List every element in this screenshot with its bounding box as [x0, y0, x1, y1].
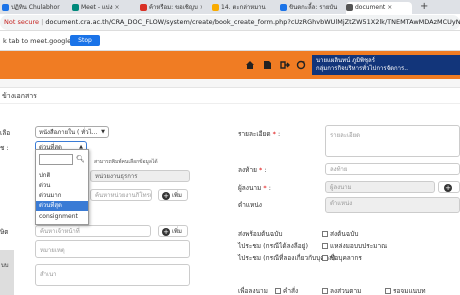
priority-hint: สามารถพิมพ์คนเลือกข้อมูลได้ [94, 159, 158, 165]
plus-icon: + [162, 227, 170, 236]
copy-textarea[interactable]: สำเนา [35, 264, 190, 286]
position-field: ตำแหน่ง [325, 197, 460, 213]
add-recipient-button[interactable]: + เพิ่ม [158, 225, 188, 237]
priority-dropdown: 🔍︎ ปกติ ด่วน ด่วนมาก ด่วนที่สุด consignm… [35, 149, 89, 225]
detail-textarea[interactable]: รายละเอียด [325, 125, 460, 157]
close-icon[interactable]: × [387, 4, 392, 11]
purpose-option-1[interactable]: คำสั่ง [275, 286, 298, 295]
app-header: นายแผลินทน์ ภูมิพิชุลร์ กลุ่มการกิจบริหา… [0, 51, 460, 79]
user-info[interactable]: นายแผลินทน์ ภูมิพิชุลร์ กลุ่มการกิจบริหา… [312, 55, 460, 75]
dropdown-option[interactable]: ด่วน [36, 181, 88, 191]
gmail-icon [140, 4, 147, 11]
not-secure-label: Not secure [4, 18, 40, 26]
sign-off-input[interactable]: ลงท้าย [325, 163, 460, 175]
checkbox[interactable] [322, 255, 328, 261]
browser-tab-4[interactable]: 14. ตะกล่าหมาน× [212, 2, 268, 14]
priority-label: ช : [0, 144, 9, 152]
calendar-icon [2, 4, 9, 11]
browser-tab-6[interactable]: document × [346, 2, 412, 14]
checkbox[interactable] [275, 288, 281, 294]
checkbox[interactable] [322, 288, 328, 294]
browser-tab-1[interactable]: ปฏิทิน Chulabhor× [2, 2, 60, 14]
search-icon: 🔍︎ [76, 155, 85, 163]
send-original-checkbox[interactable]: ส่งต้นฉบับ [322, 229, 359, 239]
browser-tab-bar: ปฏิทิน Chulabhor× Meet - แบ่ง× ค้าหรือม:… [0, 0, 460, 14]
detail-label: รายละเอียด * : [238, 130, 281, 138]
budget-checkbox[interactable]: แหล่งมอบบประมาณ [322, 241, 387, 251]
signer-field: ผู้ลงนาม [325, 181, 435, 193]
dropdown-option[interactable]: ด่วนมาก [36, 191, 88, 201]
page-icon [346, 4, 353, 11]
user-department: กลุ่มการกิจบริหารทั่วไปการจัดการ.. [316, 65, 409, 72]
docs-icon [280, 4, 287, 11]
plus-icon: + [162, 191, 170, 200]
url-text: document.cra.ac.th/CRA_DOC_FLOW/system/c… [45, 18, 460, 26]
close-icon[interactable]: × [115, 4, 120, 11]
position-label: ตำแหน่ง [238, 201, 262, 209]
from-field: หน่วยงานธุรการ [90, 170, 190, 182]
screen-share-bar: k tab to meet.google.com Stop [0, 31, 460, 51]
address-bar: Not secure | document.cra.ac.th/CRA_DOC_… [0, 14, 460, 31]
document-icon[interactable] [262, 60, 272, 70]
new-tab-button[interactable]: + [420, 1, 428, 12]
dropdown-search-input[interactable] [39, 154, 73, 165]
purpose-label: เพื่อลงนาม [238, 287, 268, 295]
browser-tab-2[interactable]: Meet - แบ่ง × [72, 2, 128, 14]
dropdown-option[interactable]: ปกติ [36, 171, 88, 181]
doc-type-select[interactable]: หนังสือภายใน ( ทั่วไ... ▼ [35, 126, 109, 138]
note-textarea[interactable]: หมายเหตุ [35, 240, 190, 258]
send-original-label: ส่งพร้อมต้นฉบับ [238, 230, 283, 238]
url-field[interactable]: Not secure | document.cra.ac.th/CRA_DOC_… [0, 15, 460, 30]
dropdown-option[interactable]: consignment [36, 212, 88, 222]
sub-header [0, 79, 460, 88]
recipient-input[interactable]: ค้นหาเจ้าหน้าที่ [35, 225, 151, 237]
home-icon[interactable] [245, 60, 255, 70]
stop-sharing-button[interactable]: Stop [70, 35, 100, 46]
sign-off-label: ลงท้าย * : [238, 166, 267, 174]
side-panel-tab[interactable]: บบ [0, 250, 14, 295]
user-name: นายแผลินทน์ ภูมิพิชุลร์ [316, 57, 375, 64]
signout-icon[interactable] [280, 60, 290, 70]
browser-tab-3[interactable]: ค้าหรือม: ขอเชิญบ× [140, 2, 202, 14]
recipient-label: ษิต [0, 228, 9, 236]
chevron-down-icon: ▼ [101, 129, 105, 135]
purpose-option-2[interactable]: ลงส่วนตาม [322, 286, 361, 295]
checkbox[interactable] [322, 243, 328, 249]
browser-tab-5[interactable]: ขินตกะลี้ล: รายบัน× [280, 2, 338, 14]
dropdown-option-selected[interactable]: ด่วนที่สุด [36, 201, 88, 211]
checkbox[interactable] [385, 288, 391, 294]
signer-label: ผู้ลงนาม * : [238, 184, 271, 192]
page-title: ข้างเอกสาร [0, 88, 460, 104]
refresh-icon[interactable] [296, 60, 306, 70]
add-dept-button[interactable]: + เพิ่ม [158, 189, 188, 201]
add-signer-button[interactable]: + [438, 181, 460, 193]
drive-icon [212, 4, 219, 11]
purpose-option-3[interactable]: รอจมแนบท [385, 286, 426, 295]
close-icon[interactable]: × [200, 4, 202, 11]
meet-icon [72, 4, 79, 11]
doc-type-label: เลือ [0, 129, 11, 137]
plus-icon: + [444, 183, 452, 192]
checkbox[interactable] [322, 231, 328, 237]
personnel-checkbox[interactable]: ชื่อบุคลากร [322, 253, 362, 263]
from-dept-input[interactable]: ค้นหาหน่วยงานกิโทรเอกสาร [90, 189, 152, 201]
budget-label: ไประชม (กรณีได้ลงลีอยู่) [238, 242, 309, 250]
personnel-label: ไประชม (กรณีที่ลองเกี่ยวกับบุคคล) [238, 254, 336, 262]
